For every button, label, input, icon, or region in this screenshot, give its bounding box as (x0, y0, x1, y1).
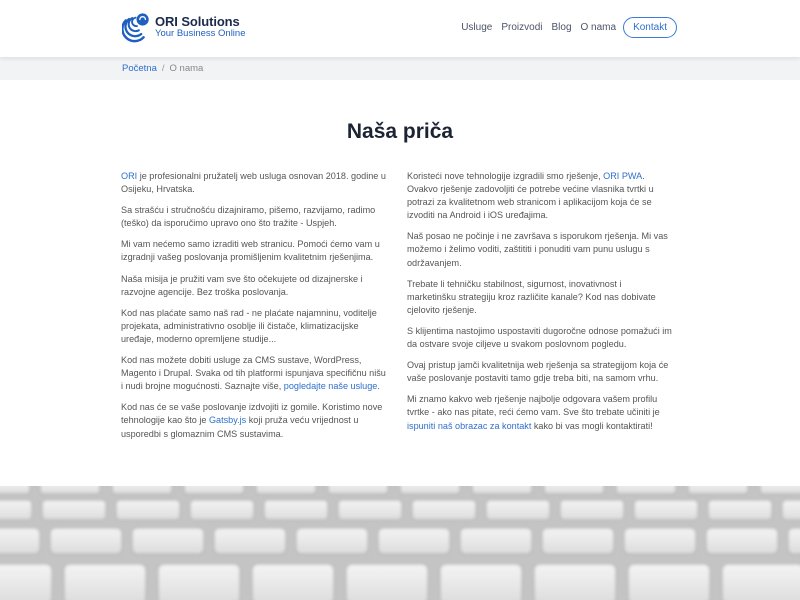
ori-link[interactable]: ORI (121, 171, 137, 181)
brand-text: ORI Solutions Your Business Online (155, 15, 245, 39)
site-header: ORI Solutions Your Business Online Uslug… (0, 0, 800, 57)
main-nav: Usluge Proizvodi Blog O nama Kontakt (461, 17, 677, 38)
paragraph-contact: Mi znamo kakvo web rješenje najbolje odg… (407, 394, 660, 431)
paragraph-approach: Ovaj pristup jamči kvalitetnija web rješ… (407, 360, 669, 384)
paragraph-help: Mi vam nećemo samo izraditi web stranicu… (121, 239, 380, 263)
gatsby-link[interactable]: Gatsby.js (209, 415, 246, 425)
ori-pwa-link[interactable]: ORI PWA (603, 171, 642, 181)
paragraph-gatsby: Kod nas će se vaše poslovanje izdvojiti … (121, 402, 383, 439)
page-title: Naša priča (346, 120, 454, 143)
paragraph-pwa: Koristeći nove tehnologije izgradili smo… (407, 171, 654, 221)
breadcrumb-separator: / (161, 63, 165, 74)
paragraph-passion: Sa strašću i stručnošću dizajniramo, piš… (121, 205, 376, 229)
paragraph-mission: Naša misija je pružiti vam sve što očeku… (121, 273, 363, 297)
paragraph-intro: ORI je profesionalni pružatelj web uslug… (121, 171, 386, 195)
brand-logo-link[interactable]: ORI Solutions Your Business Online (122, 11, 245, 43)
content-column-left: ORI je profesionalni pružatelj web uslug… (121, 170, 386, 449)
breadcrumb: Početna / O nama (122, 63, 203, 74)
breadcrumb-current: O nama (169, 63, 204, 74)
services-link[interactable]: pogledajte naše usluge (284, 381, 378, 391)
breadcrumb-bar: Početna / O nama (0, 57, 800, 80)
ori-spiral-logo-icon (122, 13, 149, 43)
paragraph-strategy: Trebate li tehničku stabilnost, sigurnos… (407, 278, 656, 315)
paragraph-costs: Kod nas plaćate samo naš rad - ne plaćat… (121, 307, 377, 344)
contact-button[interactable]: Kontakt (623, 17, 677, 38)
nav-item-blog[interactable]: Blog (551, 22, 571, 33)
paragraph-clients: S klijentima nastojimo uspostaviti dugor… (407, 325, 672, 350)
nav-item-usluge[interactable]: Usluge (461, 22, 492, 33)
paragraph-cms: Kod nas možete dobiti usluge za CMS sust… (121, 355, 386, 392)
breadcrumb-home-link[interactable]: Početna (122, 63, 157, 74)
nav-item-o-nama[interactable]: O nama (581, 22, 617, 33)
keyboard-background-image (0, 486, 800, 600)
brand-tagline: Your Business Online (155, 28, 246, 40)
keyboard-illustration (0, 486, 800, 600)
brand-name: ORI Solutions (155, 14, 240, 30)
nav-item-proizvodi[interactable]: Proizvodi (501, 22, 542, 33)
paragraph-maintenance: Naš posao ne počinje i ne završava s isp… (407, 231, 668, 268)
contact-form-link[interactable]: ispuniti naš obrazac za kontakt (407, 421, 531, 431)
content-column-right: Koristeći nove tehnologije izgradili smo… (407, 170, 672, 441)
